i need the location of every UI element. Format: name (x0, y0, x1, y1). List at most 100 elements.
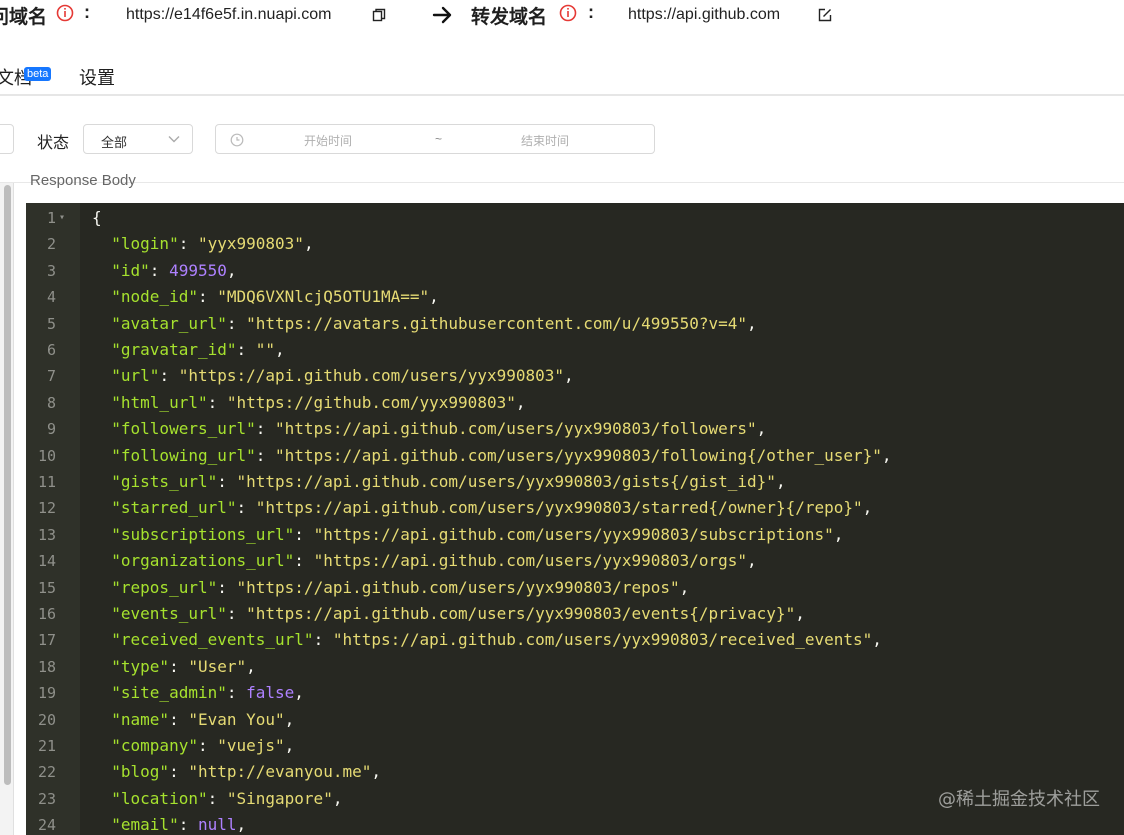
code-content: "repos_url": "https://api.github.com/use… (92, 575, 689, 601)
target-url-text: https://api.github.com (628, 6, 781, 23)
start-time-input[interactable]: 开始时间 (304, 132, 352, 149)
json-punct: : (236, 340, 256, 359)
json-string: "" (255, 340, 276, 359)
date-range-picker[interactable]: 开始时间 ~ 结束时间 (215, 124, 655, 154)
json-literal: null (197, 815, 237, 835)
json-key: "events_url" (111, 604, 227, 623)
divider (0, 182, 1124, 183)
json-punct: : (169, 656, 189, 676)
code-content: "id": 499550, (92, 258, 237, 284)
scrollbar[interactable] (0, 183, 14, 835)
code-content: "starred_url": "https://api.github.com/u… (92, 495, 872, 521)
code-line: 11 "gists_url": "https://api.github.com/… (26, 469, 1124, 495)
line-number: 24 (37, 816, 56, 835)
line-number: 10 (37, 446, 56, 465)
code-content: "email": null, (92, 812, 246, 835)
json-punct: , (246, 656, 256, 676)
json-string: "https://api.github.com/users/yyx990803/… (313, 551, 748, 571)
colon: : (84, 2, 90, 22)
json-punct (92, 710, 111, 729)
json-string: "https://api.github.com/users/yyx990803/… (236, 577, 680, 597)
json-string: "https://api.github.com/users/yyx990803/… (236, 472, 776, 491)
line-number: 20 (37, 710, 56, 729)
json-punct: , (284, 736, 295, 755)
json-key: "received_events_url" (111, 630, 314, 650)
json-punct: : (207, 392, 227, 412)
json-string: "https://avatars.githubusercontent.com/u… (246, 313, 748, 333)
fold-arrow-icon[interactable]: ▾ (59, 205, 65, 231)
line-number: 16 (37, 605, 56, 623)
json-punct: : (217, 472, 237, 491)
json-punct (92, 472, 111, 491)
json-punct: , (747, 551, 757, 571)
json-punct: , (284, 709, 295, 729)
json-punct: : (217, 577, 237, 597)
code-content: "avatar_url": "https://avatars.githubuse… (92, 311, 756, 337)
json-punct: , (236, 815, 247, 835)
json-punct (92, 234, 111, 253)
json-punct: , (332, 788, 343, 808)
json-punct: , (881, 445, 892, 465)
code-line: 17 "received_events_url": "https://api.g… (26, 627, 1124, 653)
code-line: 7 "url": "https://api.github.com/users/y… (26, 363, 1124, 389)
source-domain-label: 问域名 (0, 6, 48, 28)
code-line: 6 "gravatar_id": "", (26, 337, 1124, 363)
response-body-editor[interactable]: 1 ▾{2 "login": "yyx990803", 3 "id": 499550… (26, 203, 1124, 835)
code-line: 21 "company": "vuejs", (26, 733, 1124, 759)
code-content: "url": "https://api.github.com/users/yyx… (92, 363, 573, 389)
line-number: 2 (46, 235, 56, 254)
code-line: 12 "starred_url": "https://api.github.co… (26, 495, 1124, 521)
tab-settings[interactable]: 设置 (79, 64, 115, 90)
code-content: "company": "vuejs", (92, 733, 294, 759)
watermark: @稀土掘金技术社区 (938, 789, 1100, 810)
json-punct: : (178, 815, 198, 835)
info-icon[interactable] (559, 4, 577, 22)
json-string: "yyx990803" (197, 234, 304, 254)
edit-icon[interactable] (818, 8, 832, 22)
json-key: "email" (111, 815, 179, 835)
json-key: "organizations_url" (111, 551, 295, 571)
code-line: 8 "html_url": "https://github.com/yyx990… (26, 390, 1124, 416)
line-number: 23 (37, 789, 56, 808)
json-punct: : (178, 234, 198, 254)
json-punct (92, 340, 111, 359)
json-punct: , (226, 260, 237, 280)
line-number: 22 (37, 763, 56, 782)
json-punct: , (515, 392, 526, 412)
code-content: "received_events_url": "https://api.gith… (92, 627, 882, 653)
domain-bar: 问域名 : https://e14f6e5f.in.nuapi.com 转发域名… (0, 0, 1124, 34)
target-domain-label: 转发域名 (471, 6, 548, 28)
response-body-label[interactable]: Response Body (30, 172, 136, 189)
scrollbar-thumb[interactable] (4, 185, 11, 785)
json-punct: : (294, 524, 314, 544)
line-number: 8 (46, 393, 56, 412)
json-punct: : (255, 419, 276, 439)
colon: : (588, 2, 594, 22)
json-punct (92, 683, 111, 702)
code-content: "following_url": "https://api.github.com… (92, 443, 892, 469)
json-key: "node_id" (111, 287, 198, 307)
info-icon[interactable] (56, 4, 74, 22)
json-punct: , (833, 524, 844, 544)
filter-input-cut[interactable] (0, 124, 14, 154)
json-punct (92, 261, 111, 280)
json-punct: : (197, 287, 218, 307)
json-key: "id" (111, 260, 150, 280)
json-punct (92, 525, 111, 544)
range-separator: ~ (435, 132, 443, 146)
tab-settings-label: 设置 (79, 68, 115, 89)
json-key: "blog" (111, 762, 170, 782)
line-number: 4 (46, 288, 56, 307)
json-key: "html_url" (111, 392, 208, 412)
json-punct: , (371, 762, 381, 782)
json-punct: : (294, 551, 314, 571)
line-number: 7 (46, 367, 56, 386)
json-string: "https://github.com/yyx990803" (226, 392, 516, 412)
code-content: "subscriptions_url": "https://api.github… (92, 522, 843, 548)
status-select[interactable]: 全部 (83, 124, 193, 154)
code-content: "site_admin": false, (92, 680, 304, 706)
copy-icon[interactable] (372, 8, 386, 22)
line-number: 13 (37, 525, 56, 544)
end-time-input[interactable]: 结束时间 (521, 132, 569, 149)
tab-docs[interactable]: 文档 beta (0, 64, 52, 90)
